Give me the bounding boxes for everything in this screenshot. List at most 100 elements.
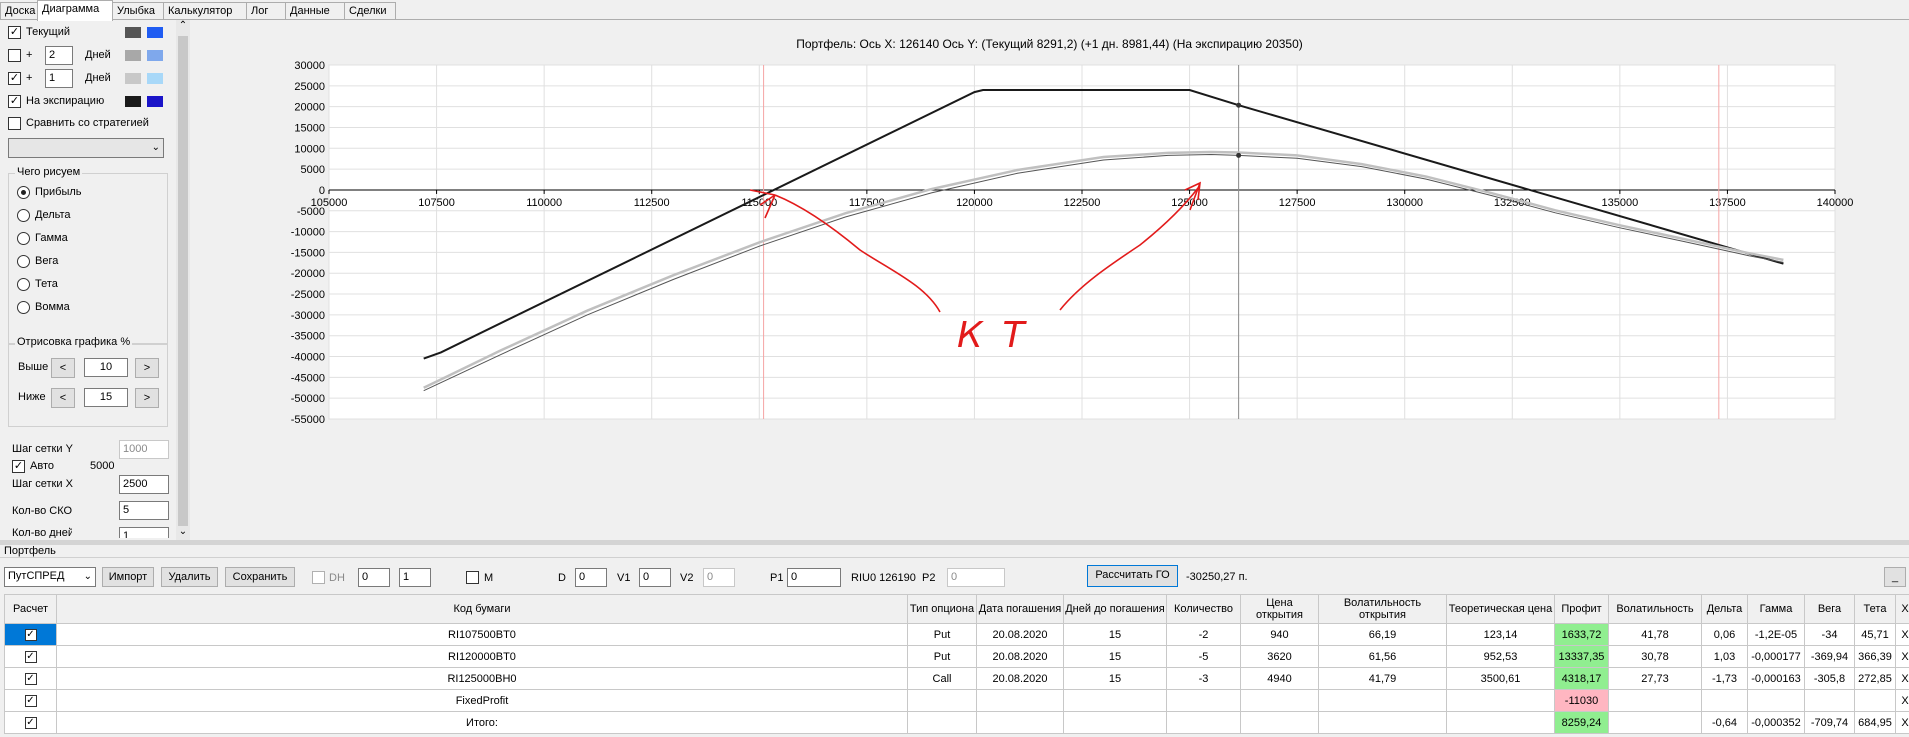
scrollbar-thumb[interactable] xyxy=(178,36,188,526)
p2-input[interactable]: 0 xyxy=(947,568,1005,587)
calc-checkbox-cell[interactable]: ✓ xyxy=(4,645,57,668)
days1-color-swatch-2[interactable] xyxy=(147,73,163,84)
radio-gamma[interactable] xyxy=(17,232,30,245)
days2-color-swatch-2[interactable] xyxy=(147,50,163,61)
below-input[interactable]: 15 xyxy=(84,388,128,407)
above-increase-button[interactable]: > xyxy=(135,358,159,378)
col-header[interactable]: Дельта xyxy=(1701,594,1748,624)
calc-checkbox-cell[interactable]: ✓ xyxy=(4,623,57,646)
sko-input[interactable]: 5 xyxy=(119,501,169,520)
col-header[interactable]: Количество xyxy=(1166,594,1241,624)
expiry-color-swatch-2[interactable] xyxy=(147,96,163,107)
radio-delta[interactable] xyxy=(17,209,30,222)
scroll-up-icon[interactable]: ⌃ xyxy=(176,20,190,34)
strategy-select[interactable]: ПутСПРЕД ⌄ xyxy=(4,567,96,587)
left-scrollbar[interactable]: ⌃ ⌄ xyxy=(176,20,190,540)
sko-label: Кол-во СКО xyxy=(12,505,73,517)
col-header[interactable]: Цена открытия xyxy=(1240,594,1319,624)
calc-checkbox-cell[interactable]: ✓ xyxy=(4,689,57,712)
above-input[interactable]: 10 xyxy=(84,358,128,377)
v2-input[interactable]: 0 xyxy=(703,568,735,587)
table-cell: 952,53 xyxy=(1446,645,1555,668)
table-cell: RI107500BT0 xyxy=(56,623,908,646)
d-input[interactable]: 0 xyxy=(575,568,607,587)
radio-vomma[interactable] xyxy=(17,301,30,314)
dh-checkbox[interactable] xyxy=(312,571,325,584)
m-checkbox[interactable] xyxy=(466,571,479,584)
calc-checkbox[interactable]: ✓ xyxy=(24,716,37,729)
col-header[interactable]: Дата погашения xyxy=(976,594,1064,624)
expiry-color-swatch[interactable] xyxy=(125,96,141,107)
p1-input[interactable]: 0 xyxy=(787,568,841,587)
current-color-swatch-2[interactable] xyxy=(147,27,163,38)
table-row[interactable]: ✓ Итого: 8259,24 -0,64 -0,000352 -709,74 684,9… xyxy=(4,711,1909,734)
auto-checkbox[interactable]: ✓ xyxy=(12,460,25,473)
strategy-compare-select[interactable]: ⌄ xyxy=(8,138,164,158)
ndays-input[interactable]: 1 xyxy=(119,527,169,538)
calc-go-button[interactable]: Рассчитать ГО xyxy=(1087,565,1178,587)
grid-x-input[interactable]: 2500 xyxy=(119,475,169,494)
col-header[interactable]: Волатильность открытия xyxy=(1318,594,1447,624)
calc-checkbox[interactable]: ✓ xyxy=(24,694,37,707)
below-decrease-button[interactable]: < xyxy=(51,388,75,408)
col-header[interactable]: Тип опциона xyxy=(907,594,977,624)
tab-diagram[interactable]: Диаграмма xyxy=(37,0,113,21)
tab-deals[interactable]: Сделки xyxy=(344,2,396,20)
col-header[interactable]: X xyxy=(1895,594,1909,624)
compare-checkbox[interactable] xyxy=(8,117,21,130)
col-header[interactable]: Тета xyxy=(1854,594,1896,624)
tab-smile[interactable]: Улыбка xyxy=(112,2,164,20)
grid-y-input[interactable]: 1000 xyxy=(119,440,169,459)
current-color-swatch[interactable] xyxy=(125,27,141,38)
radio-profit[interactable] xyxy=(17,186,30,199)
days1-checkbox[interactable]: ✓ xyxy=(8,72,21,85)
days2-checkbox[interactable] xyxy=(8,49,21,62)
calc-checkbox[interactable]: ✓ xyxy=(24,628,37,641)
above-decrease-button[interactable]: < xyxy=(51,358,75,378)
delete-row-button[interactable]: X xyxy=(1895,689,1909,712)
tab-data[interactable]: Данные xyxy=(285,2,345,20)
days1-color-swatch[interactable] xyxy=(125,73,141,84)
col-header[interactable]: Вега xyxy=(1804,594,1855,624)
dh-spinner-2[interactable]: 1 xyxy=(399,568,431,587)
col-header[interactable]: Профит xyxy=(1554,594,1609,624)
table-row[interactable]: ✓ FixedProfit -11030 X xyxy=(4,689,1909,712)
days2-color-swatch[interactable] xyxy=(125,50,141,61)
table-row[interactable]: ✓ RI120000BT0 Put 20.08.2020 15 -5 3620 61,56 95… xyxy=(4,645,1909,668)
delete-row-button[interactable]: X xyxy=(1895,645,1909,668)
save-button[interactable]: Сохранить xyxy=(225,567,295,587)
table-row[interactable]: ✓ RI107500BT0 Put 20.08.2020 15 -2 940 66,19 123… xyxy=(4,623,1909,646)
radio-vega[interactable] xyxy=(17,255,30,268)
days1-input[interactable]: 1 xyxy=(45,69,73,88)
import-button[interactable]: Импорт xyxy=(102,567,154,587)
col-header[interactable]: Код бумаги xyxy=(56,594,908,624)
minimize-button[interactable]: _ xyxy=(1884,567,1906,587)
calc-checkbox[interactable]: ✓ xyxy=(24,650,37,663)
current-checkbox[interactable]: ✓ xyxy=(8,26,21,39)
table-row[interactable]: ✓ RI125000BH0 Call 20.08.2020 15 -3 4940 41,79 3… xyxy=(4,667,1909,690)
x-tick-label: 135000 xyxy=(1601,197,1638,209)
delete-button[interactable]: Удалить xyxy=(161,567,218,587)
days2-input[interactable]: 2 xyxy=(45,46,73,65)
tab-board[interactable]: Доска xyxy=(0,2,38,20)
delete-row-button[interactable]: X xyxy=(1895,667,1909,690)
delete-row-button[interactable]: X xyxy=(1895,711,1909,734)
expiry-checkbox[interactable]: ✓ xyxy=(8,95,21,108)
delete-row-button[interactable]: X xyxy=(1895,623,1909,646)
radio-theta[interactable] xyxy=(17,278,30,291)
col-header[interactable]: Дней до погашения xyxy=(1063,594,1167,624)
calc-checkbox-cell[interactable]: ✓ xyxy=(4,667,57,690)
x-tick-label: 110000 xyxy=(526,197,562,209)
col-header[interactable]: Расчет xyxy=(4,594,57,624)
tab-log[interactable]: Лог xyxy=(246,2,286,20)
col-header[interactable]: Волатильность xyxy=(1608,594,1702,624)
col-header[interactable]: Теоретическая цена xyxy=(1446,594,1555,624)
v1-input[interactable]: 0 xyxy=(639,568,671,587)
calc-checkbox[interactable]: ✓ xyxy=(24,672,37,685)
dh-spinner-1[interactable]: 0 xyxy=(358,568,390,587)
tab-calculator[interactable]: Калькулятор xyxy=(163,2,247,20)
calc-checkbox-cell[interactable]: ✓ xyxy=(4,711,57,734)
below-increase-button[interactable]: > xyxy=(135,388,159,408)
scroll-down-icon[interactable]: ⌄ xyxy=(176,526,190,540)
col-header[interactable]: Гамма xyxy=(1747,594,1805,624)
